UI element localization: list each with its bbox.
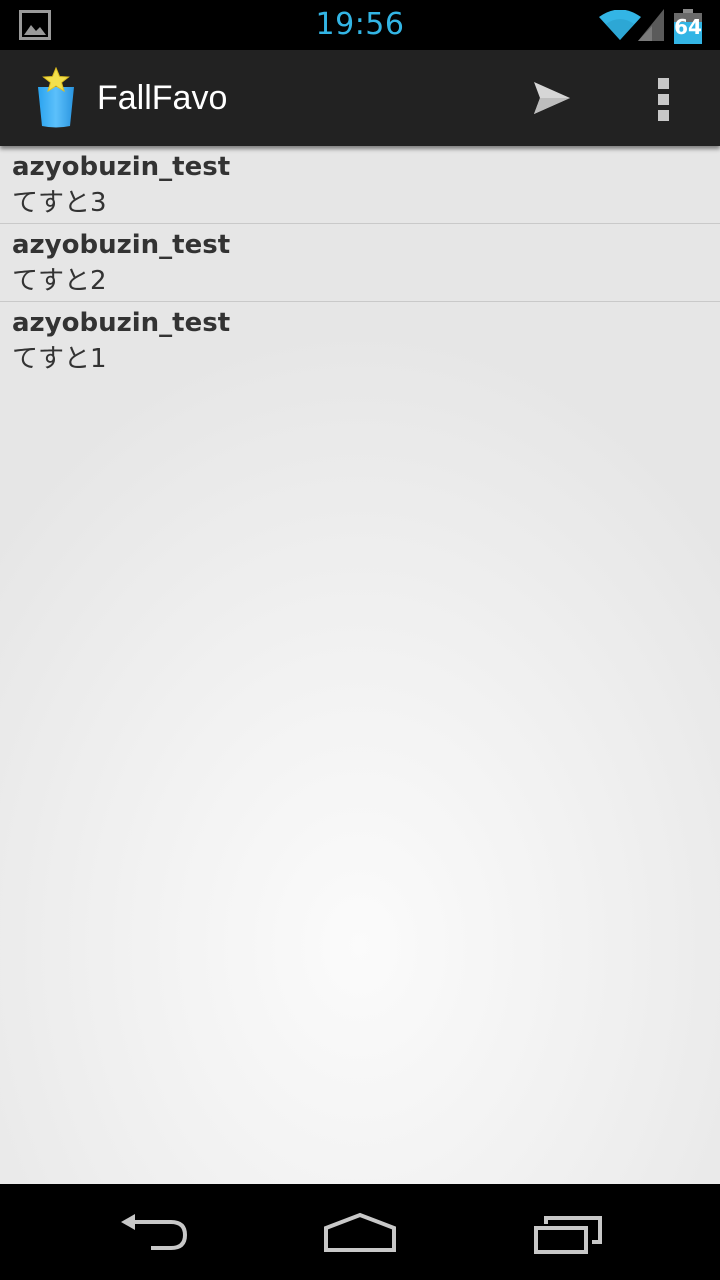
back-icon xyxy=(121,1214,188,1250)
status-bar: 19:56 64 xyxy=(0,0,720,50)
overflow-menu-button[interactable] xyxy=(624,50,704,146)
tweet-list-item[interactable]: azyobuzin_test てすと2 xyxy=(0,224,720,302)
timeline-content: azyobuzin_test てすと3 azyobuzin_test てすと2 … xyxy=(0,146,720,1184)
tweet-text: てすと3 xyxy=(12,188,107,218)
tweet-username: azyobuzin_test xyxy=(12,308,231,338)
tweet-username: azyobuzin_test xyxy=(12,152,231,182)
app-title: FallFavo xyxy=(97,79,228,117)
fallfavo-app-icon[interactable] xyxy=(32,67,80,129)
battery-level-text: 64 xyxy=(674,15,702,39)
recent-apps-button[interactable] xyxy=(508,1184,628,1280)
signal-icon xyxy=(638,9,664,41)
tweet-list-item[interactable]: azyobuzin_test てすと1 xyxy=(0,302,720,379)
wifi-icon xyxy=(599,10,641,40)
navigation-bar xyxy=(0,1184,720,1280)
recent-apps-icon xyxy=(534,1216,602,1254)
tweet-text: てすと1 xyxy=(12,344,107,374)
home-button[interactable] xyxy=(300,1184,420,1280)
action-bar: FallFavo xyxy=(0,50,720,146)
tweet-list: azyobuzin_test てすと3 azyobuzin_test てすと2 … xyxy=(0,146,720,379)
send-icon xyxy=(534,82,570,114)
tweet-text: てすと2 xyxy=(12,266,107,296)
tweet-username: azyobuzin_test xyxy=(12,230,231,260)
home-icon xyxy=(324,1212,396,1252)
tweet-list-item[interactable]: azyobuzin_test てすと3 xyxy=(0,146,720,224)
send-button[interactable] xyxy=(510,50,594,146)
back-button[interactable] xyxy=(94,1184,214,1280)
